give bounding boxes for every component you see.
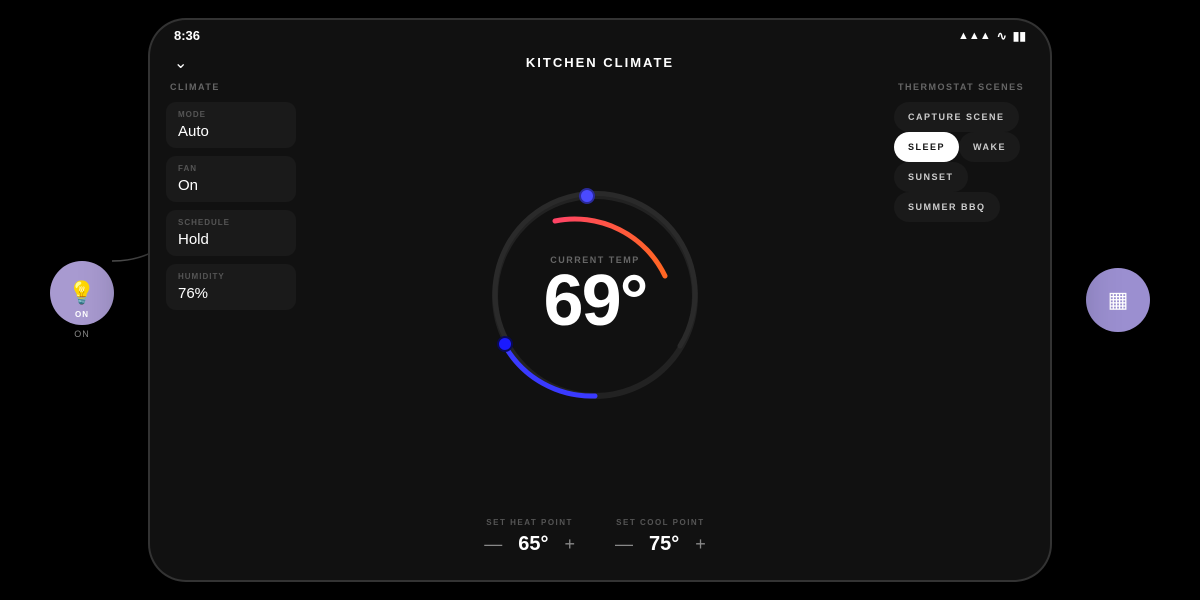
heat-point-controls: — 65° + <box>480 533 579 556</box>
cool-point-label: SET COOL POINT <box>616 518 704 527</box>
scenes-panel: THERMOSTAT SCENES CAPTURE SCENESLEEPWAKE… <box>894 82 1034 564</box>
signal-icon: ▲▲▲ <box>958 30 991 42</box>
light-accessory-circle[interactable]: 💡 ON <box>50 261 114 325</box>
scene-btn-capture-scene[interactable]: CAPTURE SCENE <box>894 102 1019 132</box>
schedule-value: Hold <box>178 231 284 248</box>
scene-btn-wake[interactable]: WAKE <box>959 132 1020 162</box>
schedule-label: SCHEDULE <box>178 218 284 227</box>
fan-card[interactable]: FAN On <box>166 156 296 202</box>
battery-icon: ▮▮ <box>1013 29 1026 43</box>
cool-minus-btn[interactable]: — <box>611 534 637 555</box>
page-title: KITCHEN CLIMATE <box>526 55 674 70</box>
heater-icon: ▦ <box>1108 287 1129 313</box>
tablet-frame: 8:36 ▲▲▲ ∿ ▮▮ ⌄ KITCHEN CLIMATE CLIMATE … <box>150 20 1050 580</box>
scene-btn-summer-bbq[interactable]: SUMMER BBQ <box>894 192 1000 222</box>
scene-btn-sleep[interactable]: SLEEP <box>894 132 959 162</box>
set-points: SET HEAT POINT — 65° + SET COOL POINT — … <box>480 518 710 556</box>
schedule-card[interactable]: SCHEDULE Hold <box>166 210 296 256</box>
heat-minus-btn[interactable]: — <box>480 534 506 555</box>
mode-value: Auto <box>178 123 284 140</box>
thermostat-area: CURRENT TEMP 69° <box>475 82 715 510</box>
light-bulb-icon: 💡 <box>68 280 95 306</box>
wifi-icon: ∿ <box>997 29 1007 43</box>
status-bar: 8:36 ▲▲▲ ∿ ▮▮ <box>150 20 1050 51</box>
fan-label: FAN <box>178 164 284 173</box>
heat-point: SET HEAT POINT — 65° + <box>480 518 579 556</box>
left-accessory-label: ON <box>74 329 90 339</box>
humidity-card[interactable]: HUMIDITY 76% <box>166 264 296 310</box>
gauge-container[interactable]: CURRENT TEMP 69° <box>475 176 715 416</box>
left-accessory[interactable]: 💡 ON ON <box>50 261 114 339</box>
cool-point: SET COOL POINT — 75° + <box>611 518 710 556</box>
center-panel: CURRENT TEMP 69° SET HEAT POINT — 65° + … <box>312 82 878 564</box>
main-content: CLIMATE MODE Auto FAN On SCHEDULE Hold H… <box>150 82 1050 580</box>
heat-plus-btn[interactable]: + <box>560 534 579 555</box>
climate-panel: CLIMATE MODE Auto FAN On SCHEDULE Hold H… <box>166 82 296 564</box>
status-icons: ▲▲▲ ∿ ▮▮ <box>958 29 1026 43</box>
cool-plus-btn[interactable]: + <box>691 534 710 555</box>
header: ⌄ KITCHEN CLIMATE <box>150 51 1050 82</box>
mode-card[interactable]: MODE Auto <box>166 102 296 148</box>
light-on-badge: ON <box>75 310 89 319</box>
cool-point-value: 75° <box>649 533 679 556</box>
right-accessory-circle[interactable]: ▦ <box>1086 268 1150 332</box>
mode-label: MODE <box>178 110 284 119</box>
current-temp-value: 69° <box>544 265 647 337</box>
humidity-value: 76% <box>178 285 284 302</box>
heat-point-value: 65° <box>518 533 548 556</box>
gauge-center: CURRENT TEMP 69° <box>544 255 647 337</box>
climate-panel-label: CLIMATE <box>166 82 296 92</box>
humidity-label: HUMIDITY <box>178 272 284 281</box>
collapse-chevron[interactable]: ⌄ <box>174 53 187 73</box>
scene-btn-sunset[interactable]: SUNSET <box>894 162 968 192</box>
scenes-panel-label: THERMOSTAT SCENES <box>894 82 1034 92</box>
right-accessory[interactable]: ▦ <box>1086 268 1150 332</box>
status-time: 8:36 <box>174 28 200 43</box>
heat-point-label: SET HEAT POINT <box>486 518 573 527</box>
scene-buttons-container: CAPTURE SCENESLEEPWAKESUNSETSUMMER BBQ <box>894 102 1034 222</box>
cool-point-controls: — 75° + <box>611 533 710 556</box>
fan-value: On <box>178 177 284 194</box>
